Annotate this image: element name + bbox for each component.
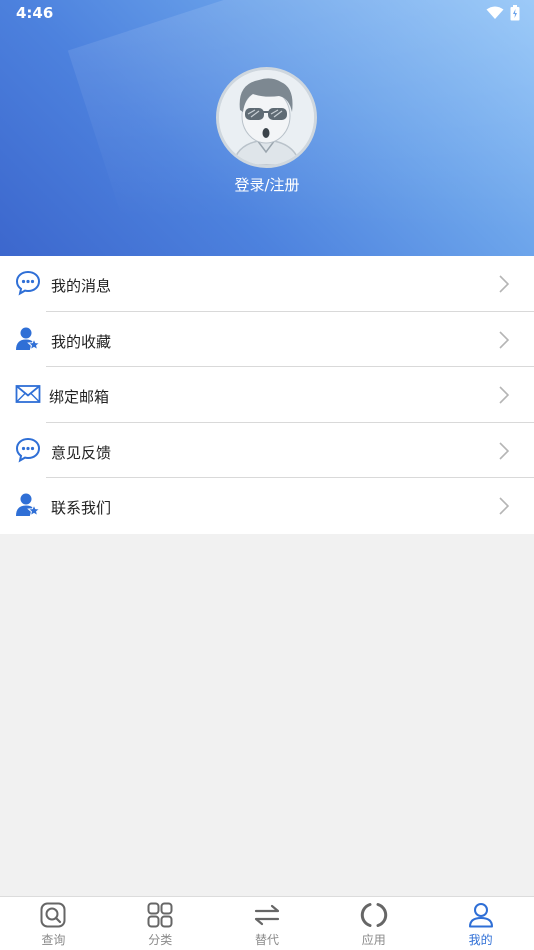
menu-item-contact-us[interactable]: 联系我们 xyxy=(0,478,534,534)
cartoon-avatar-icon xyxy=(219,70,314,165)
profile-menu: 我的消息 我的收藏 绑定邮箱 意见反馈 联系我们 xyxy=(0,256,534,534)
ring-icon xyxy=(360,903,387,927)
chevron-right-icon xyxy=(499,275,510,293)
status-time: 4:46 xyxy=(16,4,54,22)
user-star-icon xyxy=(16,493,41,517)
tab-label: 替代 xyxy=(254,933,279,947)
menu-item-favorites[interactable]: 我的收藏 xyxy=(0,312,534,368)
status-bar: 4:46 xyxy=(0,0,534,28)
menu-item-feedback[interactable]: 意见反馈 xyxy=(0,423,534,479)
chevron-right-icon xyxy=(499,497,510,515)
tab-label: 我的 xyxy=(468,933,493,947)
tab-label: 应用 xyxy=(361,933,386,947)
menu-item-messages[interactable]: 我的消息 xyxy=(0,256,534,312)
chevron-right-icon xyxy=(499,331,510,349)
chat-bubble-icon xyxy=(15,437,41,463)
person-icon xyxy=(468,903,493,928)
swap-icon xyxy=(254,904,280,926)
status-icons xyxy=(486,5,520,21)
profile-header: 4:46 登录/注册 xyxy=(0,0,534,256)
chat-bubble-icon xyxy=(15,270,41,296)
wifi-icon xyxy=(486,6,504,19)
tab-label: 分类 xyxy=(148,933,173,947)
tab-mine[interactable]: 我的 xyxy=(427,897,534,950)
tab-label: 查询 xyxy=(41,933,66,947)
bottom-tab-bar: 查询 分类 替代 应用 我的 xyxy=(0,896,534,950)
tab-replace[interactable]: 替代 xyxy=(214,897,321,950)
chevron-right-icon xyxy=(499,442,510,460)
menu-item-label: 我的收藏 xyxy=(51,332,112,351)
menu-item-label: 绑定邮箱 xyxy=(49,388,110,407)
battery-icon xyxy=(510,5,520,21)
search-icon xyxy=(40,902,66,928)
menu-item-label: 意见反馈 xyxy=(51,443,112,462)
envelope-icon xyxy=(15,385,41,404)
menu-item-label: 我的消息 xyxy=(51,277,112,295)
login-register-link[interactable]: 登录/注册 xyxy=(0,174,534,195)
avatar[interactable] xyxy=(216,67,317,168)
menu-item-bind-email[interactable]: 绑定邮箱 xyxy=(0,367,534,423)
user-star-icon xyxy=(16,327,41,351)
chevron-right-icon xyxy=(499,386,510,404)
grid-icon xyxy=(147,902,173,928)
tab-search[interactable]: 查询 xyxy=(0,897,107,950)
tab-category[interactable]: 分类 xyxy=(107,897,214,950)
menu-item-label: 联系我们 xyxy=(51,499,112,518)
tab-apply[interactable]: 应用 xyxy=(320,897,427,950)
